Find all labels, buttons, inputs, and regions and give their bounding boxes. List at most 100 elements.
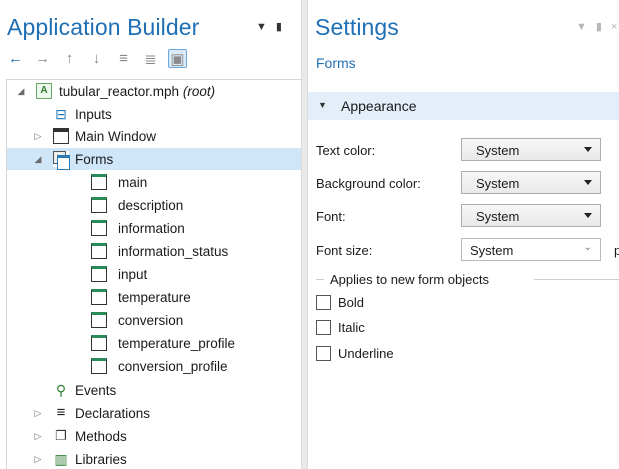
font-size-label: Font size: (316, 243, 373, 258)
italic-checkbox[interactable] (316, 320, 331, 335)
expand-icon[interactable]: ▷ (32, 131, 44, 142)
tree-item-label: input (118, 266, 148, 282)
root-filename: tubular_reactor.mph (59, 83, 180, 99)
background-color-label: Background color: (316, 176, 421, 191)
select-value: System (476, 176, 520, 191)
close-icon[interactable]: × (611, 22, 617, 33)
form-icon (91, 312, 107, 328)
collapse-all-icon[interactable]: ≣ (141, 49, 160, 68)
expand-icon[interactable]: ▷ (32, 454, 44, 465)
form-icon (91, 335, 107, 351)
show-icon[interactable]: ▣ (168, 49, 187, 68)
section-appearance-header[interactable]: ▼ Appearance (308, 92, 619, 120)
move-down-icon[interactable]: ↓ (87, 49, 106, 68)
methods-icon: ❐ (55, 428, 67, 443)
move-up-icon[interactable]: ↑ (60, 49, 79, 68)
tree-item-form[interactable]: conversion (7, 309, 301, 331)
tree-item-form[interactable]: conversion_profile (7, 355, 301, 377)
tree-item-events[interactable]: ⚲ Events (7, 379, 301, 401)
tree-item-inputs[interactable]: ⊟ Inputs (7, 103, 301, 125)
italic-checkbox-row[interactable]: Italic (316, 319, 436, 337)
tree-item-form[interactable]: information_status (7, 240, 301, 262)
back-arrow-icon[interactable]: ← (6, 49, 25, 68)
events-icon: ⚲ (55, 382, 67, 398)
bold-checkbox-row[interactable]: Bold (316, 294, 436, 312)
select-value: System (476, 209, 520, 224)
bold-checkbox[interactable] (316, 295, 331, 310)
form-icon (91, 358, 107, 374)
tree-item-form[interactable]: main (7, 171, 301, 193)
background-color-select[interactable]: System (461, 171, 601, 194)
tree-item-label: Events (75, 382, 117, 398)
tree-item-forms[interactable]: ◢ Forms (7, 148, 301, 170)
tree-item-libraries[interactable]: ▷ ▥ Libraries (7, 448, 301, 469)
font-size-row: Font size: System ⌄ pt (316, 238, 619, 262)
tree-item-form[interactable]: temperature_profile (7, 332, 301, 354)
panel-title: Settings (315, 14, 399, 40)
dropdown-menu-icon[interactable]: ▼ (256, 22, 267, 33)
font-size-combobox[interactable]: System ⌄ (461, 238, 601, 261)
background-color-row: Background color: System (316, 171, 619, 195)
tree-item-label: description (118, 197, 184, 213)
tree-item-label: Inputs (75, 106, 112, 122)
root-suffix: (root) (182, 83, 216, 99)
declarations-icon: ≡ (56, 404, 66, 421)
tree-item-label: Main Window (75, 128, 157, 144)
font-row: Font: System (316, 204, 619, 228)
section-title: Appearance (341, 98, 417, 114)
tree-item-label: Declarations (75, 405, 151, 421)
select-value: System (476, 143, 520, 158)
font-select[interactable]: System (461, 204, 601, 227)
tree-item-form[interactable]: description (7, 194, 301, 216)
pin-icon[interactable]: ▮ (596, 22, 602, 33)
form-icon (91, 289, 107, 305)
form-icon (91, 197, 107, 213)
form-icon (91, 220, 107, 236)
dropdown-menu-icon[interactable]: ▼ (576, 22, 587, 33)
forward-arrow-icon[interactable]: → (33, 49, 52, 68)
expand-icon[interactable]: ▷ (32, 431, 44, 442)
collapse-icon[interactable]: ◢ (15, 86, 27, 97)
tree-item-form[interactable]: input (7, 263, 301, 285)
panel-header-tools: ▼ ▮ × (576, 22, 617, 33)
expand-all-icon[interactable]: ≡ (114, 49, 133, 68)
settings-panel: Settings ▼ ▮ × Forms ▼ Appearance Text c… (308, 0, 619, 469)
underline-checkbox-row[interactable]: Underline (316, 345, 436, 363)
tree-root[interactable]: ◢ A tubular_reactor.mph (root) (7, 80, 301, 102)
text-color-select[interactable]: System (461, 138, 601, 161)
application-builder-panel: Application Builder ▼ ▮ ← → ↑ ↓ ≡ ≣ ▣ ◢ … (0, 0, 301, 469)
tree-item-label: information (118, 220, 185, 236)
collapse-icon[interactable]: ◢ (32, 154, 44, 165)
form-icon (91, 174, 107, 190)
model-tree: ◢ A tubular_reactor.mph (root) ⊟ Inputs … (6, 79, 301, 469)
font-label: Font: (316, 209, 346, 224)
pin-icon[interactable]: ▮ (276, 22, 282, 33)
tree-item-label: main (118, 174, 148, 190)
tree-item-label: conversion_profile (118, 358, 228, 374)
form-icon (91, 243, 107, 259)
tree-item-main-window[interactable]: ▷ Main Window (7, 125, 301, 147)
libraries-icon: ▥ (54, 451, 68, 467)
panel-header-tools: ▼ ▮ (256, 22, 282, 33)
inputs-icon: ⊟ (55, 106, 67, 122)
checkbox-label: Italic (338, 320, 365, 335)
tree-item-form[interactable]: temperature (7, 286, 301, 308)
font-size-unit: pt (614, 243, 619, 258)
tree-item-declarations[interactable]: ▷ ≡ Declarations (7, 402, 301, 424)
chevron-down-icon: ⌄ (583, 242, 592, 253)
tree-item-label: Forms (75, 151, 114, 167)
expand-icon[interactable]: ▷ (32, 408, 44, 419)
group-box-header: Applies to new form objects (316, 272, 619, 287)
application-icon: A (36, 83, 52, 99)
text-color-label: Text color: (316, 143, 376, 158)
tree-item-form[interactable]: information (7, 217, 301, 239)
window-icon (53, 128, 69, 144)
chevron-down-icon (584, 180, 592, 185)
tree-item-label: Methods (75, 428, 127, 444)
underline-checkbox[interactable] (316, 346, 331, 361)
panel-splitter[interactable] (301, 0, 308, 469)
tree-root-label: tubular_reactor.mph (root) (59, 84, 215, 99)
forms-icon (53, 151, 70, 170)
tree-item-methods[interactable]: ▷ ❐ Methods (7, 425, 301, 447)
chevron-down-icon (584, 213, 592, 218)
